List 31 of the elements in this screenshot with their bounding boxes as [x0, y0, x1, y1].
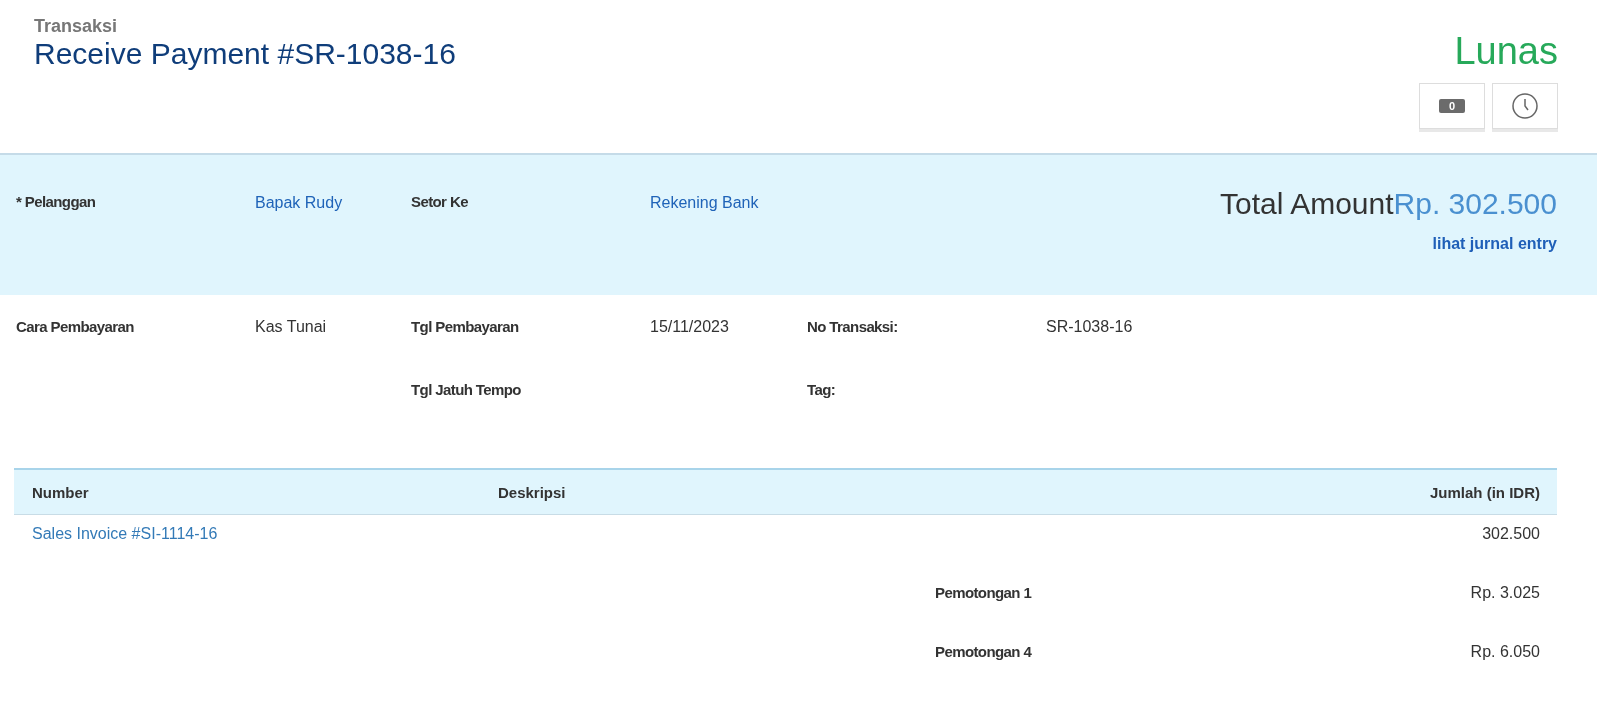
page-title: Receive Payment #SR-1038-16	[34, 37, 456, 71]
field-link[interactable]: Bapak Rudy	[255, 189, 411, 216]
field-value: SR-1038-16	[1046, 318, 1133, 336]
total-amount: Rp. 302.500	[1393, 187, 1557, 220]
comment-count-icon: 0	[1438, 99, 1466, 113]
deduction-label: Pemotongan 1	[935, 584, 1032, 602]
field-link[interactable]: Rekening Bank	[650, 189, 760, 216]
breadcrumb: Transaksi	[34, 16, 119, 37]
field-value: 15/11/2023	[650, 318, 730, 336]
field-label: Tgl Pembayaran	[411, 318, 520, 336]
status-label: Lunas	[1454, 30, 1558, 73]
field-label: * Pelanggan	[16, 193, 97, 210]
journal-link[interactable]: lihat jurnal entry	[1432, 235, 1557, 253]
invoice-link[interactable]: Sales Invoice #SI-1114-16	[32, 525, 218, 543]
column-header: Number	[32, 484, 90, 501]
comments-button[interactable]: 0	[1419, 83, 1485, 129]
column-header: Deskripsi	[498, 484, 567, 501]
field-label: Tgl Jatuh Tempo	[411, 381, 522, 398]
field-label: No Transaksi:	[807, 318, 899, 336]
clock-icon	[1512, 93, 1538, 119]
field-label: Setor Ke	[411, 193, 469, 210]
history-button[interactable]	[1492, 83, 1558, 129]
field-value: Kas Tunai	[255, 318, 328, 336]
field-label: Tag:	[807, 381, 837, 398]
column-header: Jumlah (in IDR)	[1430, 484, 1540, 501]
table-cell: 302.500	[1482, 525, 1540, 543]
deduction-amount: Rp. 6.050	[1470, 643, 1540, 661]
field-label: Cara Pembayaran	[16, 318, 135, 336]
deduction-amount: Rp. 3.025	[1470, 584, 1540, 602]
total-label: Total Amount	[1220, 187, 1394, 220]
deduction-label: Pemotongan 4	[935, 643, 1032, 661]
